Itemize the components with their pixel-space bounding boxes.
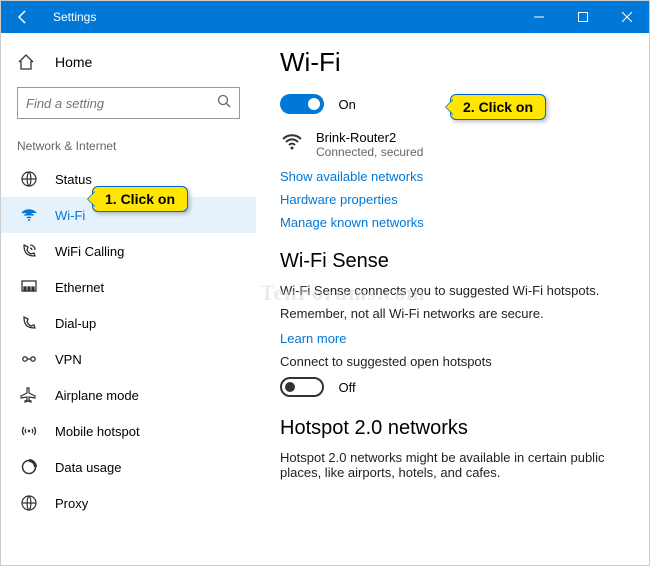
wifi-calling-icon — [17, 242, 41, 260]
network-status: Connected, secured — [316, 145, 423, 159]
manage-known-link[interactable]: Manage known networks — [280, 215, 625, 230]
hardware-properties-link[interactable]: Hardware properties — [280, 192, 625, 207]
airplane-icon — [17, 386, 41, 404]
sidebar-item-label: WiFi Calling — [55, 244, 124, 259]
hotspot20-desc: Hotspot 2.0 networks might be available … — [280, 450, 625, 480]
sidebar-item-airplane[interactable]: Airplane mode — [1, 377, 256, 413]
current-network[interactable]: Brink-Router2 Connected, secured — [280, 130, 625, 159]
vpn-icon — [17, 350, 41, 368]
sidebar-item-vpn[interactable]: VPN — [1, 341, 256, 377]
sidebar-item-label: Wi-Fi — [55, 208, 85, 223]
sidebar-item-data-usage[interactable]: Data usage — [1, 449, 256, 485]
sidebar-item-wifi-calling[interactable]: WiFi Calling — [1, 233, 256, 269]
annotation-callout-1: 1. Click on — [92, 186, 188, 212]
wifi-toggle[interactable] — [280, 94, 324, 114]
page-heading: Wi-Fi — [280, 47, 625, 78]
sidebar-item-dialup[interactable]: Dial-up — [1, 305, 256, 341]
data-usage-icon — [17, 458, 41, 476]
sidebar-item-label: Data usage — [55, 460, 122, 475]
status-icon — [17, 170, 41, 188]
sidebar-item-label: Status — [55, 172, 92, 187]
section-label: Network & Internet — [1, 133, 256, 161]
sidebar-item-label: Mobile hotspot — [55, 424, 140, 439]
proxy-icon — [17, 494, 41, 512]
wifi-sense-desc2: Remember, not all Wi-Fi networks are sec… — [280, 306, 625, 321]
hotspot-icon — [17, 422, 41, 440]
sidebar: Home Network & Internet Status Wi-Fi WiF… — [1, 33, 256, 565]
sidebar-item-proxy[interactable]: Proxy — [1, 485, 256, 521]
suggested-hotspot-label: Connect to suggested open hotspots — [280, 354, 625, 369]
wifi-icon — [17, 206, 41, 224]
titlebar: Settings — [1, 1, 649, 33]
wifi-signal-icon — [280, 130, 308, 159]
wifi-sense-desc1: Wi-Fi Sense connects you to suggested Wi… — [280, 283, 625, 298]
annotation-callout-2: 2. Click on — [450, 94, 546, 120]
search-box[interactable] — [17, 87, 240, 119]
search-icon — [217, 94, 231, 113]
learn-more-link[interactable]: Learn more — [280, 331, 625, 346]
back-button[interactable] — [1, 9, 45, 25]
search-input[interactable] — [26, 96, 217, 111]
sidebar-item-label: Dial-up — [55, 316, 96, 331]
show-networks-link[interactable]: Show available networks — [280, 169, 625, 184]
network-name: Brink-Router2 — [316, 130, 423, 145]
sidebar-item-label: Ethernet — [55, 280, 104, 295]
dialup-icon — [17, 314, 41, 332]
suggested-toggle-label: Off — [338, 380, 355, 395]
ethernet-icon — [17, 278, 41, 296]
home-label: Home — [55, 54, 92, 70]
sidebar-item-label: Proxy — [55, 496, 88, 511]
close-button[interactable] — [605, 1, 649, 33]
sidebar-item-label: VPN — [55, 352, 82, 367]
sidebar-item-ethernet[interactable]: Ethernet — [1, 269, 256, 305]
sidebar-item-hotspot[interactable]: Mobile hotspot — [1, 413, 256, 449]
sidebar-item-label: Airplane mode — [55, 388, 139, 403]
wifi-toggle-label: On — [338, 97, 355, 112]
wifi-sense-heading: Wi-Fi Sense — [280, 250, 625, 273]
hotspot20-heading: Hotspot 2.0 networks — [280, 417, 625, 440]
home-nav[interactable]: Home — [1, 45, 256, 79]
minimize-button[interactable] — [517, 1, 561, 33]
home-icon — [17, 53, 41, 71]
suggested-toggle[interactable] — [280, 377, 324, 397]
window-title: Settings — [45, 10, 517, 24]
maximize-button[interactable] — [561, 1, 605, 33]
